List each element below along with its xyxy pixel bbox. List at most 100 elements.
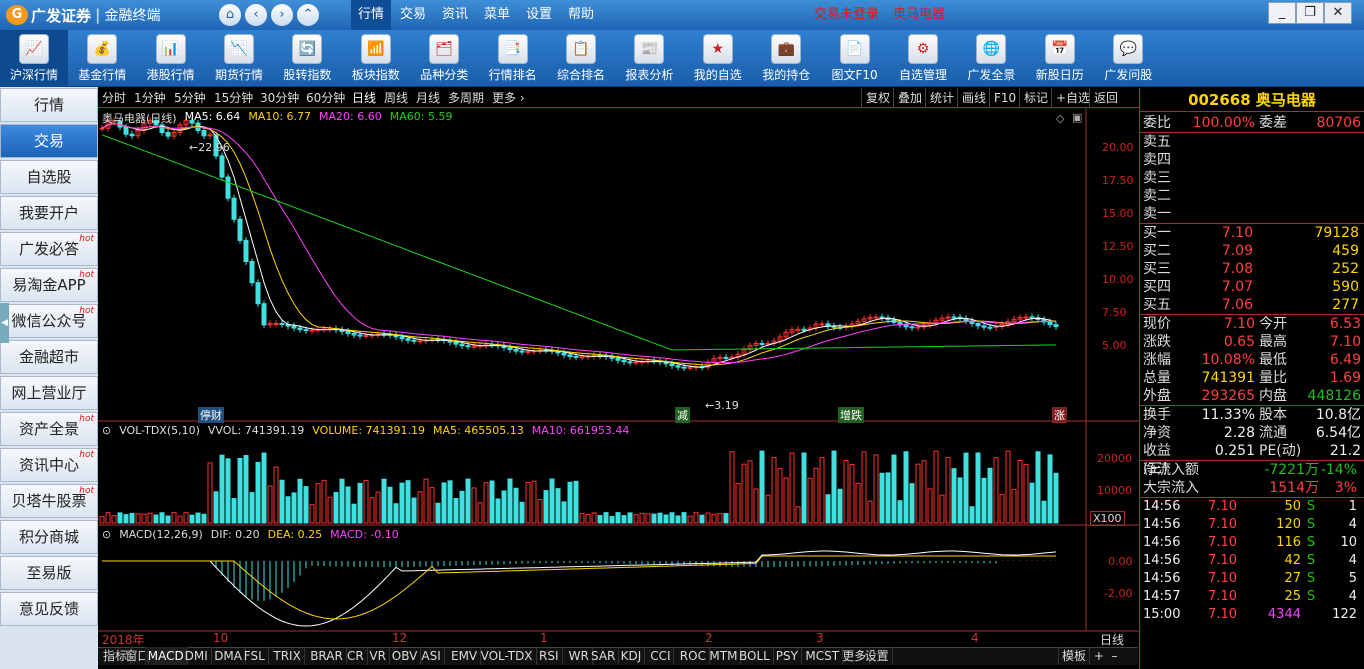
toolbar-button-9[interactable]: 📰 报表分析 [615,30,683,87]
volume-bar [723,513,729,524]
sidebar-item[interactable]: 易淘金APP hot [0,268,98,302]
indicator-tab[interactable]: KDJ [618,647,646,665]
period-tab[interactable]: 30分钟 [260,88,299,108]
indicator-tab[interactable]: BOLL [736,647,774,665]
indicator-tab[interactable]: BRAR [307,647,347,665]
panel-menu-icon[interactable]: ▣ [1072,111,1082,124]
period-tab[interactable]: 多周期 [448,88,484,108]
hot-badge: hot [79,486,94,496]
toolbar-button-14[interactable]: 🌐 广发全景 [957,30,1025,87]
indicator-tab[interactable]: EMV [448,647,482,665]
tool-4[interactable]: F10 [989,88,1020,108]
toolbar-button-10[interactable]: ★ 我的自选 [684,30,752,87]
menu-help[interactable]: 帮助 [561,0,601,30]
tool-6[interactable]: +自选 [1051,88,1094,108]
menu-quotes[interactable]: 行情 [351,0,392,30]
toolbar-button-7[interactable]: 📑 行情排名 [478,30,546,87]
sidebar-item[interactable]: 贝塔牛股票 hot [0,484,98,518]
toolbar-button-0[interactable]: 📈 沪深行情 [0,30,68,87]
period-tab[interactable]: 5分钟 [174,88,206,108]
sidebar-item[interactable]: 广发必答 hot [0,232,98,266]
macd-header: ⊙ MACD(12,26,9) DIF: 0.20 DEA: 0.25 MACD… [102,528,399,541]
menu-news[interactable]: 资讯 [435,0,475,30]
diamond-icon[interactable]: ◇ [1056,112,1064,125]
indicator-tab[interactable]: PSY [773,647,802,665]
indicator-tab[interactable]: 模板 [1058,647,1091,665]
tool-7[interactable]: 返回 [1089,88,1122,108]
period-tab[interactable]: 月线 [416,88,440,108]
sidebar-toggle-icon[interactable]: ◀ [0,303,9,343]
flow-pct: -14% [1320,462,1357,478]
sidebar-item[interactable]: 金融超市 [0,340,98,374]
period-tab[interactable]: 分时 [102,88,126,108]
period-tab[interactable]: 更多 › [492,88,525,108]
indicator-tab[interactable]: FSL [241,647,269,665]
sidebar-item[interactable]: 至易版 [0,556,98,590]
toolbar-button-16[interactable]: 💬 广发问股 [1094,30,1162,87]
period-tab[interactable]: 1分钟 [134,88,166,108]
toolbar-button-13[interactable]: ⚙ 自选管理 [889,30,957,87]
restore-icon[interactable]: ❐ [1296,2,1324,24]
sidebar-item[interactable]: 资讯中心 hot [0,448,98,482]
menu-trade[interactable]: 交易 [393,0,433,30]
indicator-add-buttons[interactable]: + – [1090,647,1139,665]
sidebar-item[interactable]: 自选股 [0,160,98,194]
event-marker[interactable]: 减 [675,407,690,423]
indicator-tab[interactable]: ASI [418,647,445,665]
tool-0[interactable]: 复权 [861,88,894,108]
tool-3[interactable]: 画线 [957,88,990,108]
event-marker[interactable]: 停财 [198,407,224,423]
indicator-tab[interactable]: VOL-TDX [478,647,537,665]
indicator-tab[interactable]: 设置 [862,647,893,665]
indicator-tab[interactable]: ROC [677,647,710,665]
toolbar-button-11[interactable]: 💼 我的持仓 [752,30,820,87]
sidebar-item[interactable]: 积分商城 [0,520,98,554]
toolbar-button-8[interactable]: 📋 综合排名 [547,30,615,87]
indicator-tab[interactable]: OBV [389,647,422,665]
forward-icon[interactable]: › [271,4,293,26]
back-icon[interactable]: ‹ [245,4,267,26]
sidebar-item[interactable]: 网上营业厅 [0,376,98,410]
tool-2[interactable]: 统计 [925,88,958,108]
indicator-tab[interactable]: TRIX [270,647,305,665]
indicator-tab[interactable]: CCI [647,647,675,665]
event-marker[interactable]: 增跌 [838,407,864,423]
toolbar-button-12[interactable]: 📄 图文F10 [820,30,888,87]
volume-close-icon[interactable]: ⊙ [102,424,111,437]
sidebar-item[interactable]: 我要开户 [0,196,98,230]
tool-1[interactable]: 叠加 [893,88,926,108]
sidebar-item[interactable]: 资产全景 hot [0,412,98,446]
toolbar-button-15[interactable]: 📅 新股日历 [1026,30,1094,87]
sidebar-item[interactable]: 微信公众号 hot [0,304,98,338]
toolbar-button-3[interactable]: 📉 期货行情 [205,30,273,87]
period-tab[interactable]: 周线 [384,88,408,108]
menu-menu[interactable]: 菜单 [477,0,517,30]
volume-bar [555,488,561,524]
home-icon[interactable]: ⌂ [219,4,241,26]
sidebar-item[interactable]: 行情 [0,88,98,122]
indicator-tab[interactable]: CR [344,647,368,665]
indicator-tab[interactable]: DMI [182,647,212,665]
collapse-icon[interactable]: ⌃ [297,4,319,26]
toolbar-button-5[interactable]: 📶 板块指数 [342,30,410,87]
toolbar-button-1[interactable]: 💰 基金行情 [68,30,136,87]
tool-5[interactable]: 标记 [1019,88,1052,108]
indicator-tab[interactable]: VR [366,647,390,665]
menu-settings[interactable]: 设置 [519,0,559,30]
minimize-icon[interactable]: _ [1268,2,1296,24]
period-tab[interactable]: 60分钟 [306,88,345,108]
indicator-tab[interactable]: MCST [802,647,844,665]
sidebar-item[interactable]: 交易 [0,124,98,158]
period-tab[interactable]: 日线 [352,88,376,108]
chart-area[interactable] [98,108,1139,648]
toolbar-button-4[interactable]: 🔄 股转指数 [273,30,341,87]
indicator-tab[interactable]: SAR [588,647,620,665]
close-icon[interactable]: ✕ [1324,2,1352,24]
period-tab[interactable]: 15分钟 [214,88,253,108]
toolbar-button-6[interactable]: 🗂 品种分类 [410,30,478,87]
sidebar-item[interactable]: 意见反馈 [0,592,98,626]
indicator-tab[interactable]: RSI [536,647,563,665]
macd-close-icon[interactable]: ⊙ [102,528,111,541]
event-marker[interactable]: 涨 [1052,407,1067,423]
toolbar-button-2[interactable]: 📊 港股行情 [136,30,204,87]
